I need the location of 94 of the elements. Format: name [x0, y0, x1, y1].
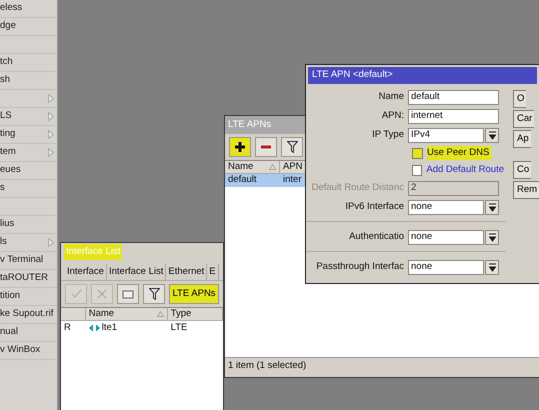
status-text: 1 item (1 selected)	[228, 358, 306, 373]
interface-icon	[88, 324, 100, 332]
dropdown-icon[interactable]	[488, 233, 496, 242]
field-label: IPv6 Interface	[344, 200, 405, 214]
filter-icon	[148, 288, 160, 300]
select-field[interactable]: none	[408, 200, 484, 215]
menu-item[interactable]: dge	[0, 18, 57, 36]
field-label: Name	[378, 90, 405, 104]
toolbar-button[interactable]	[143, 284, 165, 304]
menu-item-label[interactable]: taROUTER	[0, 271, 48, 286]
tab[interactable]: Interface List	[106, 264, 166, 280]
submenu-arrow-icon	[48, 238, 54, 247]
menu-item-label[interactable]: v WinBox	[0, 343, 40, 358]
note-icon	[122, 289, 134, 300]
menu-item-label[interactable]: ls	[0, 235, 7, 250]
plus-icon	[235, 142, 245, 152]
menu-item[interactable]: s	[0, 180, 57, 198]
menu-item-label[interactable]: ting	[0, 127, 16, 142]
field-label: Authenticatio	[348, 230, 405, 244]
menu-item[interactable]: v Terminal	[0, 252, 57, 270]
field-label: Default Route Distanc	[310, 181, 405, 196]
window-title: Interface List	[64, 244, 122, 260]
menu-item-label[interactable]: nual	[0, 325, 18, 340]
filter-icon	[286, 141, 298, 153]
menu-item[interactable]: lius	[0, 216, 57, 234]
menu-item[interactable]: nual	[0, 324, 57, 342]
dialog-button[interactable]: Ap	[513, 130, 531, 148]
menu-item[interactable]: tem	[0, 144, 57, 162]
dropdown-icon[interactable]	[488, 203, 496, 212]
column-header[interactable]: Type	[170, 307, 192, 322]
menu-item[interactable]: v WinBox	[0, 342, 57, 360]
minus-icon	[261, 145, 271, 149]
window-title: LTE APNs	[228, 118, 272, 132]
menu-item-label[interactable]: eless	[0, 1, 22, 16]
table-row[interactable]: default inter	[225, 174, 306, 187]
tab[interactable]: Ethernet	[166, 264, 208, 280]
menu-item[interactable]: eues	[0, 162, 57, 180]
menu-item[interactable]: taROUTER	[0, 270, 57, 288]
menu-item-label[interactable]: lius	[0, 217, 14, 232]
checkbox-label[interactable]: Use Peer DNS	[427, 146, 492, 160]
field-label: Passthrough Interfac	[315, 260, 405, 274]
menu-item-label[interactable]: s	[0, 181, 5, 196]
table-cell-text: default	[228, 173, 257, 188]
menu-item[interactable]: tition	[0, 288, 57, 306]
dialog-title: LTE APN <default>	[312, 68, 393, 82]
select-field[interactable]: IPv4	[408, 128, 484, 143]
dialog-button[interactable]: Rem	[513, 181, 539, 199]
close-icon	[97, 289, 107, 300]
table-row[interactable]: R lte1 LTE	[61, 321, 223, 334]
dialog-button[interactable]: Car	[513, 110, 534, 128]
dropdown-icon[interactable]	[488, 263, 496, 272]
sort-icon	[156, 311, 164, 318]
sort-icon	[269, 164, 276, 170]
menu-item-label[interactable]: eues	[0, 163, 21, 178]
table-cell: R	[64, 320, 71, 335]
menu-item[interactable]: sh	[0, 72, 57, 90]
menu-item[interactable]: ting	[0, 126, 57, 144]
select-field[interactable]: none	[408, 230, 484, 245]
input-field[interactable]: default	[408, 90, 499, 105]
table-cell-text: inter	[283, 173, 302, 188]
column-header[interactable]: APN	[283, 160, 303, 174]
table-cell: lte1	[102, 320, 118, 335]
toolbar-button[interactable]: LTE APNs	[169, 284, 219, 304]
column-header[interactable]: Name	[228, 160, 254, 174]
menu-item-label[interactable]: tem	[0, 145, 16, 160]
menu-item-label[interactable]: dge	[0, 19, 16, 34]
check-icon	[70, 289, 82, 300]
menu-item-label[interactable]: sh	[0, 73, 10, 88]
menu-item-label[interactable]: v Terminal	[0, 253, 44, 268]
menu-item-label[interactable]: tch	[0, 55, 13, 70]
menu-item-label[interactable]: ke Supout.rif	[0, 307, 54, 322]
menu-item[interactable]: eless	[0, 0, 57, 18]
input-field[interactable]: internet	[408, 109, 499, 124]
menu-item[interactable]: LS	[0, 108, 57, 126]
menu-item-label[interactable]: tition	[0, 289, 20, 304]
checkbox[interactable]	[412, 148, 423, 158]
dialog-button[interactable]: O	[513, 90, 526, 108]
field-label: IP Type	[371, 128, 405, 142]
menu-item[interactable]: ls	[0, 234, 57, 252]
table-cell: LTE	[170, 320, 188, 335]
checkbox[interactable]	[412, 164, 422, 176]
dropdown-icon[interactable]	[488, 131, 496, 140]
toolbar-button[interactable]	[229, 137, 251, 157]
select-field[interactable]: none	[408, 260, 484, 275]
toolbar-button[interactable]	[281, 137, 303, 157]
menu-item[interactable]: ke Supout.rif	[0, 306, 57, 324]
column-header[interactable]: Name	[88, 307, 114, 322]
checkbox-label[interactable]: Add Default Route	[426, 162, 506, 178]
dialog-button[interactable]: Co	[513, 161, 532, 179]
menu-item-label[interactable]: LS	[0, 109, 12, 124]
menu-item[interactable]: tch	[0, 54, 57, 72]
field-label: APN:	[380, 109, 405, 124]
tab[interactable]: E	[207, 264, 219, 280]
tab[interactable]: Interface	[65, 264, 107, 280]
